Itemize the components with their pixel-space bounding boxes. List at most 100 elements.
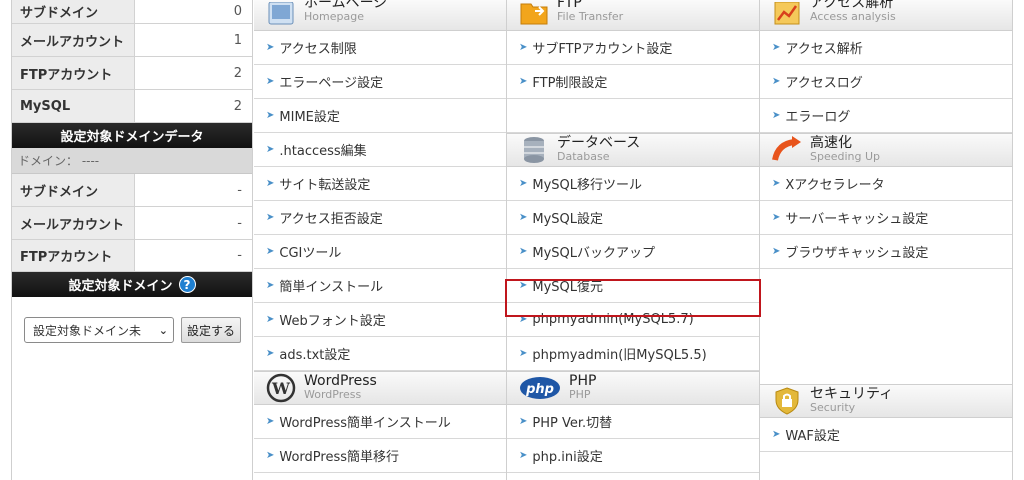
menu-item-php-version[interactable]: ➤ PHP Ver.切替 [507, 405, 759, 439]
arrow-icon: ➤ [266, 348, 275, 359]
select-value: 設定対象ドメイン未 [33, 323, 142, 338]
arrow-icon: ➤ [772, 246, 781, 257]
menu-column-1: ホームページ Homepage ➤ アクセス制限 ➤ エラーページ設定 ➤ MIME設… [254, 0, 507, 480]
category-subtitle: WordPress [304, 388, 362, 401]
menu-item-access-log[interactable]: ➤ アクセスログ [760, 65, 1012, 99]
arrow-icon: ➤ [266, 76, 275, 87]
menu-item-x-accelerator[interactable]: ➤ Xアクセラレータ [760, 167, 1012, 201]
arrow-icon: ➤ [266, 416, 275, 427]
header-text: 設定対象ドメインデータ [60, 130, 204, 145]
stat-value: 0 [233, 4, 242, 19]
set-domain-button[interactable]: 設定する [181, 317, 242, 343]
speed-arrow-icon [772, 135, 802, 165]
arrow-icon: ➤ [266, 144, 275, 155]
category-access-analysis: アクセス解析 Access analysis [760, 0, 1012, 31]
stat-row-subdomain: サブドメイン 0 [12, 0, 252, 24]
stat-value: - [237, 248, 242, 263]
menu-item-label: Webフォント設定 [279, 314, 386, 329]
help-icon[interactable]: ? [178, 276, 196, 293]
arrow-icon: ➤ [266, 450, 275, 461]
menu-item-label: アクセス拒否設定 [279, 212, 383, 227]
menu-column-2: FTP File Transfer ➤ サブFTPアカウント設定 ➤ FTP制限設定… [507, 0, 760, 480]
arrow-icon: ➤ [519, 450, 528, 461]
mysql-restore-highlight [505, 279, 761, 317]
menu-item-access-deny[interactable]: ➤ アクセス拒否設定 [254, 201, 506, 235]
menu-item-easy-install[interactable]: ➤ 簡単インストール [254, 269, 506, 303]
menu-item-access-analysis[interactable]: ➤ アクセス解析 [760, 31, 1012, 65]
category-ftp: FTP File Transfer [507, 0, 759, 31]
domain-select[interactable]: 設定対象ドメイン未 ⌄ [24, 317, 174, 343]
menu-item-mime[interactable]: ➤ MIME設定 [254, 99, 506, 133]
stat-value: - [237, 215, 242, 231]
arrow-icon: ➤ [519, 178, 528, 189]
menu-item-mysql-backup[interactable]: ➤ MySQLバックアップ [507, 235, 759, 269]
category-subtitle: PHP [569, 388, 591, 401]
target-domain-data-header: 設定対象ドメインデータ [12, 123, 252, 148]
arrow-icon: ➤ [519, 42, 528, 53]
category-title: データベース [557, 135, 641, 151]
menu-item-label: Xアクセラレータ [785, 178, 885, 193]
menu-item-label: MIME設定 [279, 110, 340, 125]
arrow-icon: ➤ [519, 76, 528, 87]
domain-select-area: 設定対象ドメイン未 ⌄ 設定する [12, 297, 252, 363]
menu-item-wp-install[interactable]: ➤ WordPress簡単インストール [254, 405, 506, 439]
menu-item-webfont[interactable]: ➤ Webフォント設定 [254, 303, 506, 337]
menu-item-wp-migrate[interactable]: ➤ WordPress簡単移行 [254, 439, 506, 473]
menu-item-label: ブラウザキャッシュ設定 [785, 246, 929, 261]
menu-item-mysql-settings[interactable]: ➤ MySQL設定 [507, 201, 759, 235]
category-speeding-up: 高速化 Speeding Up [760, 133, 1012, 167]
menu-item-browser-cache[interactable]: ➤ ブラウザキャッシュ設定 [760, 235, 1012, 269]
menu-item-waf[interactable]: ➤ WAF設定 [760, 418, 1012, 452]
svg-text:php: php [525, 382, 554, 397]
chevron-down-icon: ⌄ [158, 323, 168, 337]
category-title: PHP [569, 373, 597, 389]
arrow-icon: ➤ [266, 212, 275, 223]
menu-item-label: WordPress簡単インストール [279, 416, 451, 431]
menu-item-htaccess[interactable]: ➤ .htaccess編集 [254, 133, 506, 167]
category-subtitle: Homepage [304, 10, 364, 23]
category-subtitle: Access analysis [810, 10, 896, 23]
stat-label: メールアカウント [12, 207, 135, 239]
category-homepage: ホームページ Homepage [254, 0, 506, 31]
arrow-icon: ➤ [519, 348, 528, 359]
menu-item-error-log[interactable]: ➤ エラーログ [760, 99, 1012, 133]
menu-item-label: サイト転送設定 [279, 178, 371, 193]
menu-item-cgi[interactable]: ➤ CGIツール [254, 235, 506, 269]
stat-value: - [237, 182, 242, 198]
stat-row-mail: メールアカウント 1 [12, 24, 252, 57]
menu-item-mysql-migrate[interactable]: ➤ MySQL移行ツール [507, 167, 759, 201]
arrow-icon: ➤ [772, 429, 781, 440]
database-icon [519, 135, 549, 165]
menu-item-phpmyadmin-55[interactable]: ➤ phpmyadmin(旧MySQL5.5) [507, 337, 759, 371]
stat-label: MySQL [12, 90, 135, 122]
category-subtitle: Security [810, 401, 856, 414]
target-domain-header: 設定対象ドメイン ? [12, 272, 252, 297]
empty-cell [507, 99, 759, 133]
menu-item-sub-ftp[interactable]: ➤ サブFTPアカウント設定 [507, 31, 759, 65]
arrow-icon: ➤ [519, 246, 528, 257]
menu-item-site-redirect[interactable]: ➤ サイト転送設定 [254, 167, 506, 201]
category-title: 高速化 [810, 135, 852, 151]
category-database: データベース Database [507, 133, 759, 167]
menu-item-error-page[interactable]: ➤ エラーページ設定 [254, 65, 506, 99]
stat-value: 2 [233, 65, 242, 81]
menu-item-access-limit[interactable]: ➤ アクセス制限 [254, 31, 506, 65]
category-php: php PHP PHP [507, 371, 759, 405]
stat-label: サブドメイン [12, 0, 135, 23]
category-security: セキュリティ Security [760, 384, 1012, 418]
menu-item-server-cache[interactable]: ➤ サーバーキャッシュ設定 [760, 201, 1012, 235]
menu-item-label: サーバーキャッシュ設定 [785, 212, 929, 227]
category-subtitle: File Transfer [557, 10, 624, 23]
menu-item-php-ini[interactable]: ➤ php.ini設定 [507, 439, 759, 473]
domain-line: ドメイン： ---- [12, 148, 252, 174]
stat-row-target-ftp: FTPアカウント - [12, 240, 252, 272]
stat-value: 2 [233, 98, 242, 114]
left-panel: サブドメイン 0 メールアカウント 1 FTPアカウント 2 MySQL 2 設… [11, 0, 253, 480]
arrow-icon: ➤ [772, 178, 781, 189]
category-subtitle: Database [557, 150, 610, 163]
category-title: FTP [557, 0, 582, 11]
category-wordpress: W WordPress WordPress [254, 371, 506, 405]
menu-item-ads-txt[interactable]: ➤ ads.txt設定 [254, 337, 506, 371]
arrow-icon: ➤ [266, 42, 275, 53]
menu-item-ftp-limit[interactable]: ➤ FTP制限設定 [507, 65, 759, 99]
